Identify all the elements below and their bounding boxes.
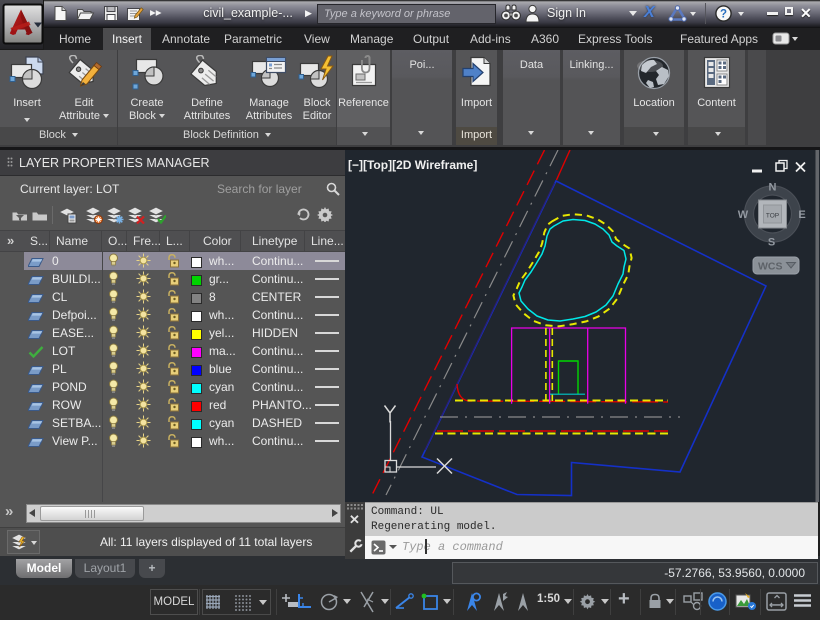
- svg-text:[−][Top][2D Wireframe]: [−][Top][2D Wireframe]: [348, 158, 477, 172]
- svg-text:N: N: [769, 182, 777, 194]
- svg-text:?: ?: [720, 9, 727, 21]
- svg-text:E: E: [798, 209, 805, 221]
- svg-text:WCS: WCS: [758, 261, 783, 273]
- svg-text:W: W: [738, 209, 749, 221]
- svg-text:TOP: TOP: [766, 213, 779, 220]
- svg-text:S: S: [768, 237, 775, 249]
